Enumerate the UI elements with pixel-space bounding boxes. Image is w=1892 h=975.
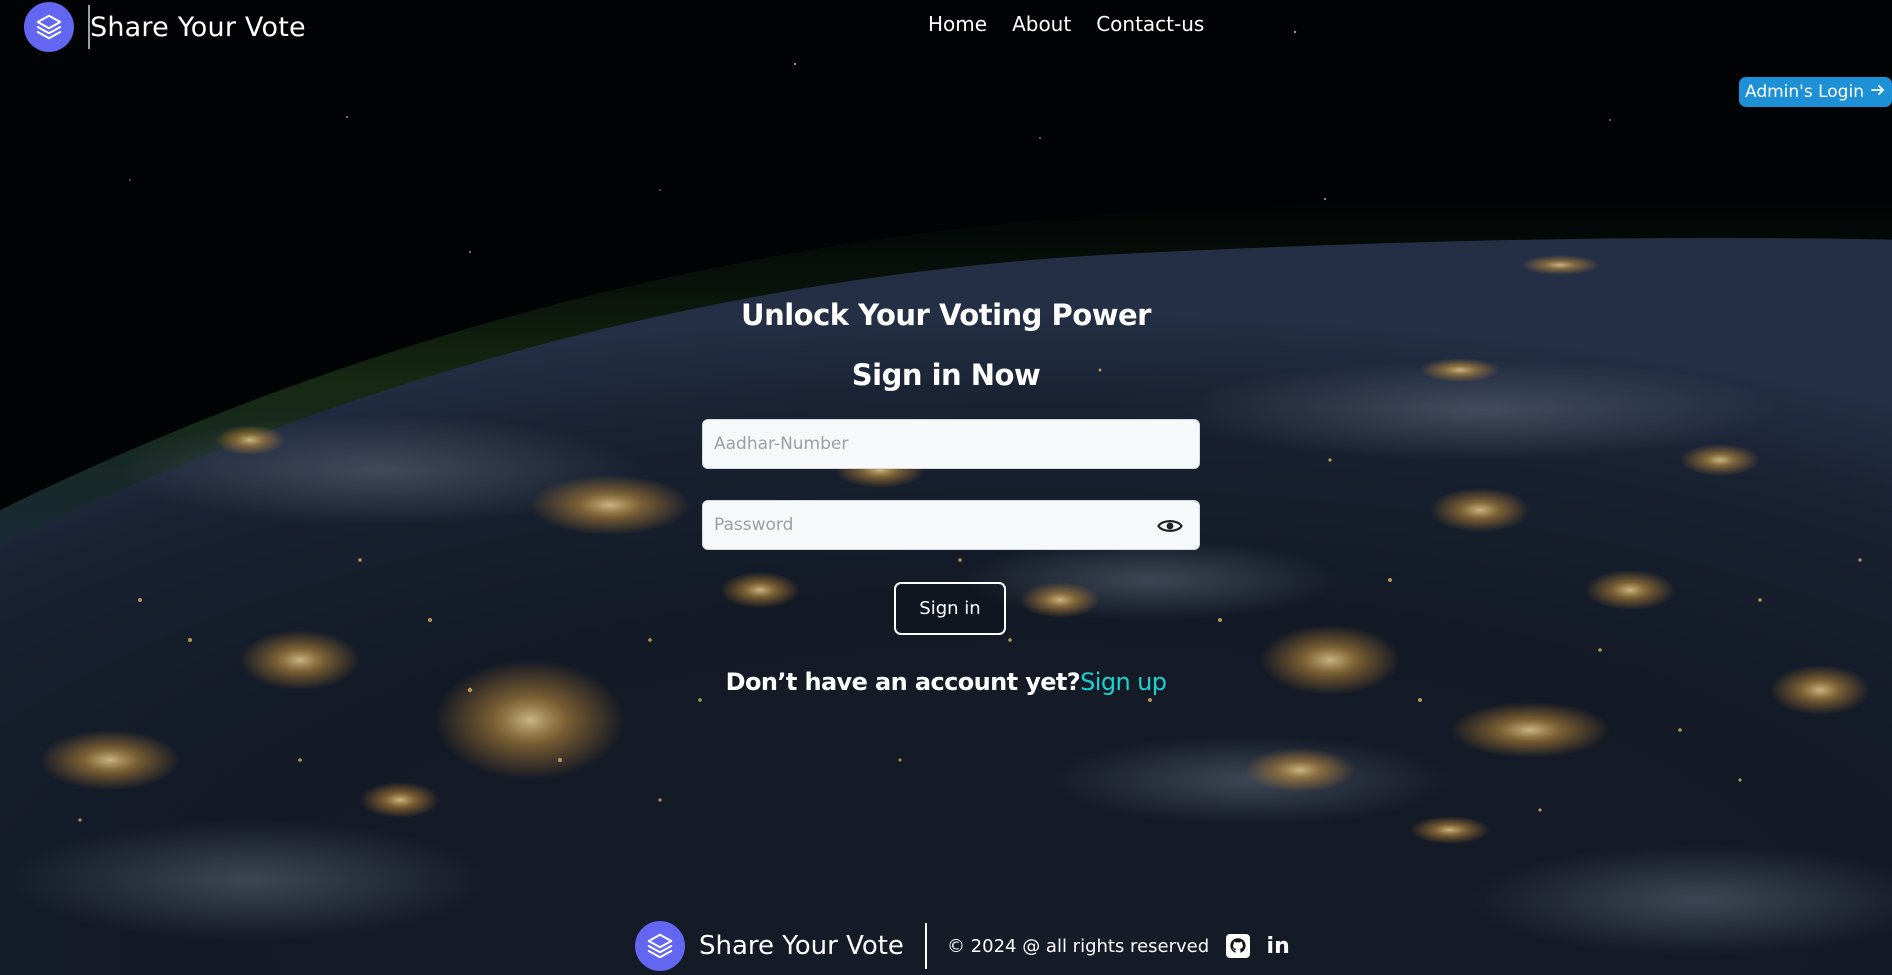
eye-icon[interactable] — [1157, 514, 1183, 538]
main-nav: Home About Contact-us — [928, 12, 1204, 36]
admin-login-button[interactable]: Admin's Login — [1739, 77, 1892, 107]
admin-login-label: Admin's Login — [1745, 82, 1864, 102]
layers-icon[interactable] — [635, 921, 685, 971]
signup-prompt: Don’t have an account yet?Sign up — [0, 668, 1892, 696]
page-subheading: Sign in Now — [851, 358, 1041, 392]
sign-up-link[interactable]: Sign up — [1080, 668, 1167, 696]
aadhar-number-input[interactable] — [703, 420, 1134, 468]
password-input[interactable] — [703, 501, 1134, 549]
no-account-text: Don’t have an account yet? — [725, 668, 1081, 696]
nav-contact-us[interactable]: Contact-us — [1096, 12, 1204, 36]
aadhar-field — [702, 419, 1200, 469]
background-earth-at-night — [0, 0, 1892, 975]
brand[interactable]: Share Your Vote — [24, 2, 306, 52]
copyright-text: © 2024 @ all rights reserved — [946, 935, 1210, 957]
layers-icon[interactable] — [24, 2, 74, 52]
github-icon[interactable] — [1224, 932, 1252, 960]
page-heading: Unlock Your Voting Power — [741, 298, 1151, 332]
sign-in-button[interactable]: Sign in — [894, 582, 1006, 635]
nav-about[interactable]: About — [1012, 12, 1071, 36]
arrow-right-icon — [1870, 82, 1886, 103]
linkedin-icon[interactable]: in — [1264, 932, 1292, 960]
footer-brand-name: Share Your Vote — [699, 931, 904, 961]
earth-night-image — [0, 0, 1892, 975]
password-field — [702, 500, 1200, 550]
footer-divider — [924, 923, 927, 969]
footer: Share Your Vote © 2024 @ all rights rese… — [635, 920, 1292, 972]
brand-name[interactable]: Share Your Vote — [90, 12, 306, 43]
nav-home[interactable]: Home — [928, 12, 987, 36]
top-header: Share Your Vote Home About Contact-us — [0, 0, 1892, 56]
